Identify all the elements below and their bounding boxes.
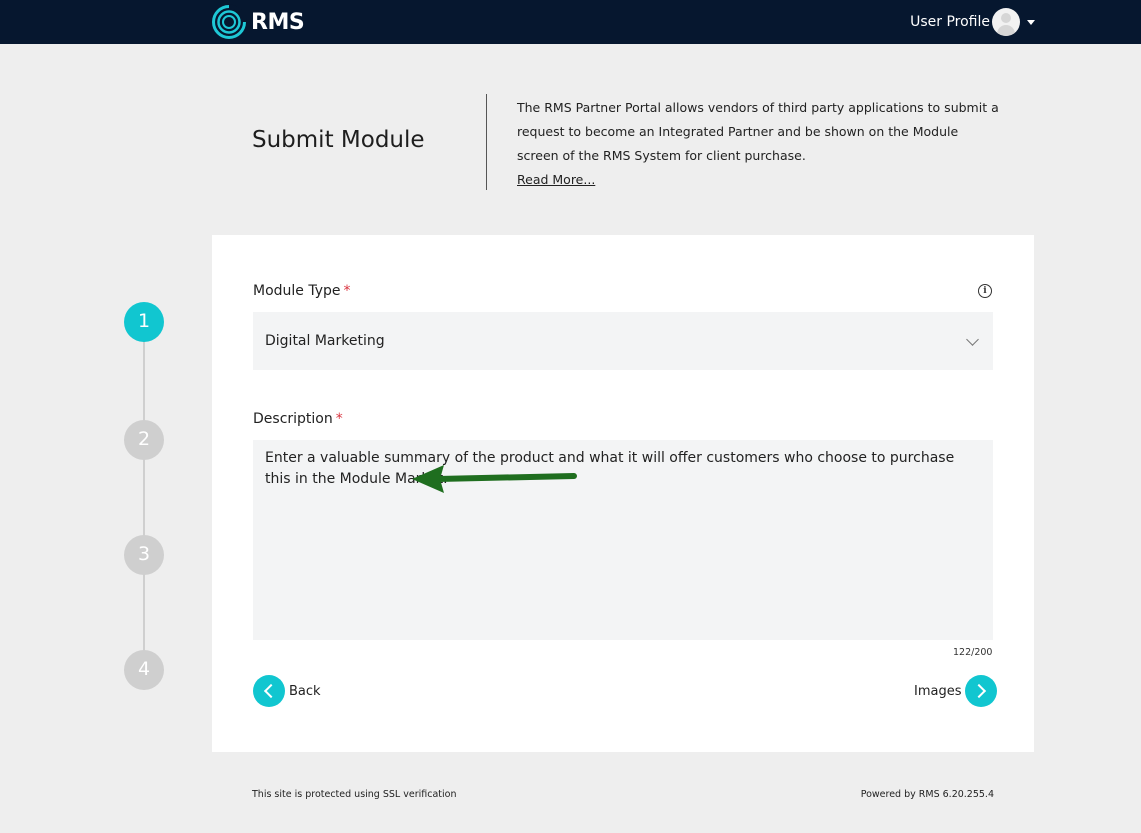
- chevron-down-icon: [966, 333, 979, 346]
- step-4[interactable]: 4: [124, 650, 164, 690]
- powered-by: Powered by RMS 6.20.255.4: [860, 789, 994, 800]
- required-marker: *: [335, 411, 343, 427]
- ssl-note: This site is protected using SSL verific…: [252, 789, 457, 800]
- read-more-link[interactable]: Read More...: [517, 172, 595, 187]
- rms-logo[interactable]: RMS: [211, 4, 305, 40]
- avatar-body-shape: [997, 25, 1015, 36]
- annotation-arrow-icon: [412, 465, 577, 493]
- required-marker: *: [343, 283, 351, 299]
- user-profile-menu[interactable]: User Profile: [910, 6, 1035, 38]
- chevron-right-icon[interactable]: [964, 675, 997, 707]
- info-icon[interactable]: i: [978, 284, 992, 298]
- module-type-label: Module Type *: [253, 283, 351, 299]
- intro-text: The RMS Partner Portal allows vendors of…: [517, 100, 999, 163]
- next-images-button[interactable]: Images: [914, 675, 997, 707]
- step-2[interactable]: 2: [124, 420, 164, 460]
- description-label: Description *: [253, 411, 343, 427]
- page-title: Submit Module: [252, 127, 425, 153]
- module-type-select[interactable]: Digital Marketing: [253, 312, 993, 370]
- back-button[interactable]: Back: [253, 675, 321, 707]
- step-1[interactable]: 1: [124, 302, 164, 342]
- user-profile-label: User Profile: [910, 14, 990, 30]
- stepper-line: [143, 322, 145, 670]
- description-textarea[interactable]: Enter a valuable summary of the product …: [253, 440, 993, 640]
- avatar-head-shape: [1001, 13, 1011, 23]
- caret-down-icon[interactable]: [1027, 19, 1035, 25]
- step-3[interactable]: 3: [124, 535, 164, 575]
- description-label-text: Description: [253, 411, 333, 427]
- module-type-label-text: Module Type: [253, 283, 341, 299]
- chevron-left-icon[interactable]: [253, 675, 285, 707]
- module-type-value: Digital Marketing: [265, 333, 385, 349]
- character-counter: 122/200: [953, 647, 993, 658]
- back-label: Back: [289, 683, 321, 699]
- next-label: Images: [914, 683, 962, 699]
- description-value: Enter a valuable summary of the product …: [265, 450, 955, 487]
- avatar[interactable]: [992, 8, 1020, 36]
- header-divider: [486, 94, 487, 190]
- logo-text: RMS: [251, 9, 305, 35]
- rms-logo-icon: [212, 4, 247, 39]
- intro-text-block: The RMS Partner Portal allows vendors of…: [517, 96, 1002, 192]
- top-navigation-bar: RMS User Profile: [0, 0, 1141, 44]
